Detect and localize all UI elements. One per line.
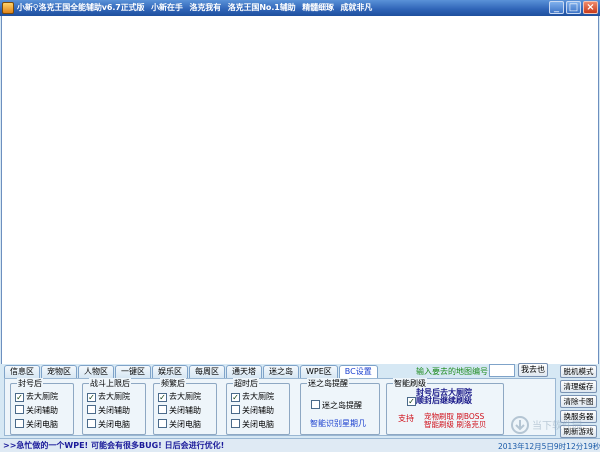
option-maze-reminder[interactable]: 迷之岛提醒	[311, 400, 362, 411]
smart-title-line: 顺封后继续刷级	[416, 396, 472, 405]
checkbox[interactable]: ✓	[231, 393, 240, 402]
checkbox[interactable]	[87, 405, 96, 414]
weekday-detect-note: 智能识别星期几	[310, 419, 366, 428]
map-number-input[interactable]	[489, 364, 515, 377]
checkbox[interactable]: ✓	[158, 393, 167, 402]
tab-info[interactable]: 信息区	[4, 365, 40, 379]
status-datetime: 2013年12月5日9时12分19秒	[498, 442, 600, 451]
group-label: 战斗上限后	[89, 378, 131, 389]
feature-line-2: 智能刷级 刷洛克贝	[424, 420, 487, 429]
title-part: 精髓细琢	[302, 3, 334, 12]
checkbox[interactable]: ✓	[407, 397, 416, 406]
option-shutdown-pc[interactable]: 关闭电脑	[87, 419, 130, 430]
tab-strip: 信息区 宠物区 人物区 一键区 娱乐区 每周区 通天塔 迷之岛 WPE区 BC设…	[4, 365, 379, 379]
support-label: 支持	[398, 414, 414, 423]
tab-one-click[interactable]: 一键区	[115, 365, 151, 379]
group-label: 迷之岛提醒	[307, 378, 349, 389]
title-part: 洛克王国No.1辅助	[227, 3, 296, 12]
app-icon	[2, 2, 14, 14]
window-title: 小新♀洛克王国全能辅助v6.7正式版 小新在手 洛克我有 洛克王国No.1辅助 …	[17, 2, 376, 13]
clear-cache-button[interactable]: 清理缓存	[560, 380, 597, 393]
checkbox[interactable]	[15, 419, 24, 428]
checkbox[interactable]: ✓	[87, 393, 96, 402]
offline-mode-button[interactable]: 脱机模式	[560, 365, 597, 378]
tab-character[interactable]: 人物区	[78, 365, 114, 379]
go-button[interactable]: 我去也	[518, 363, 548, 377]
title-part: 成就非凡	[340, 3, 373, 12]
option-close-assistant[interactable]: 关闭辅助	[158, 405, 201, 416]
group-label: 封号后	[17, 378, 43, 389]
status-message: >>急忙做的一个WPE! 可能会有很多BUG! 日后会进行优化!	[3, 441, 225, 450]
checkbox[interactable]	[158, 405, 167, 414]
checkbox[interactable]: ✓	[15, 393, 24, 402]
option-shutdown-pc[interactable]: 关闭电脑	[231, 419, 274, 430]
checkbox[interactable]	[158, 419, 167, 428]
minimize-button[interactable]: _	[549, 1, 564, 14]
clear-stuck-map-button[interactable]: 清除卡图	[560, 395, 597, 408]
checkbox[interactable]	[231, 405, 240, 414]
checkbox[interactable]	[87, 419, 96, 428]
title-bar: 小新♀洛克王国全能辅助v6.7正式版 小新在手 洛克我有 洛克王国No.1辅助 …	[0, 0, 600, 16]
game-browser-area[interactable]	[1, 16, 599, 364]
group-after-timeout: 超时后 ✓ 去大厕院 关闭辅助 关闭电脑	[226, 378, 290, 435]
map-number-label: 输入要去的地图编号:	[416, 367, 491, 376]
tab-wpe[interactable]: WPE区	[300, 365, 338, 379]
tab-tower[interactable]: 通天塔	[226, 365, 262, 379]
tab-entertainment[interactable]: 娱乐区	[152, 365, 188, 379]
option-close-assistant[interactable]: 关闭辅助	[15, 405, 58, 416]
title-part: 洛克我有	[189, 3, 222, 12]
title-part: 小新在手	[151, 3, 183, 12]
option-go-hospital[interactable]: ✓ 去大厕院	[87, 391, 130, 402]
title-part: 小新♀洛克王国全能辅助v6.7正式版	[17, 3, 145, 12]
refresh-game-button[interactable]: 刷新游戏	[560, 425, 597, 438]
group-after-frequent: 频繁后 ✓ 去大厕院 关闭辅助 关闭电脑	[153, 378, 217, 435]
tab-maze-island[interactable]: 迷之岛	[263, 365, 299, 379]
group-label: 频繁后	[160, 378, 186, 389]
option-close-assistant[interactable]: 关闭辅助	[231, 405, 274, 416]
tab-bc-settings[interactable]: BC设置	[338, 365, 378, 379]
checkbox[interactable]	[311, 400, 320, 409]
option-shutdown-pc[interactable]: 关闭电脑	[158, 419, 201, 430]
group-after-ban: 封号后 ✓ 去大厕院 关闭辅助 关闭电脑	[10, 378, 74, 435]
status-bar: >>急忙做的一个WPE! 可能会有很多BUG! 日后会进行优化! 2013年12…	[0, 438, 600, 452]
option-shutdown-pc[interactable]: 关闭电脑	[15, 419, 58, 430]
option-go-hospital[interactable]: ✓ 去大厕院	[158, 391, 201, 402]
option-close-assistant[interactable]: 关闭辅助	[87, 405, 130, 416]
close-button[interactable]: ×	[583, 1, 598, 14]
group-maze-island-reminder: 迷之岛提醒 迷之岛提醒 智能识别星期几	[300, 378, 380, 435]
group-after-battle-limit: 战斗上限后 ✓ 去大厕院 关闭辅助 关闭电脑	[82, 378, 146, 435]
tab-weekly[interactable]: 每周区	[189, 365, 225, 379]
tab-pets[interactable]: 宠物区	[41, 365, 77, 379]
checkbox[interactable]	[231, 419, 240, 428]
option-go-hospital[interactable]: ✓ 去大厕院	[231, 391, 274, 402]
option-go-hospital[interactable]: ✓ 去大厕院	[15, 391, 58, 402]
group-label: 超时后	[233, 378, 259, 389]
smart-leveling-title: 封号后去大厕院 顺封后继续刷级	[416, 389, 472, 405]
switch-server-button[interactable]: 换服务器	[560, 410, 597, 423]
maximize-button[interactable]: □	[566, 1, 581, 14]
checkbox[interactable]	[15, 405, 24, 414]
